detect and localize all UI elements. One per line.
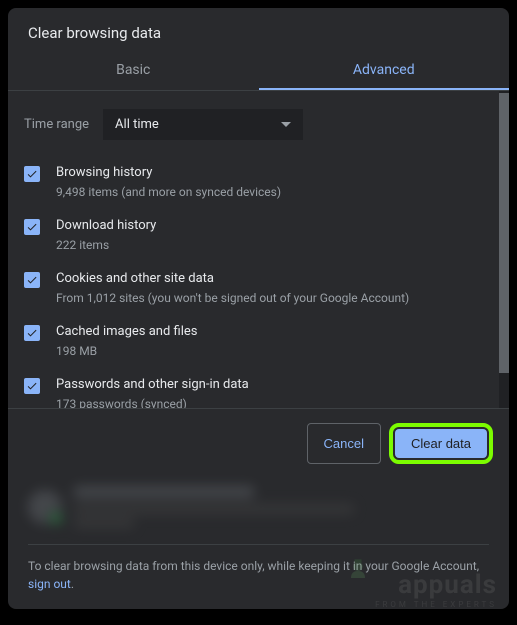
item-sub: 9,498 items (and more on synced devices) bbox=[56, 184, 483, 201]
clear-browsing-data-dialog: Clear browsing data Basic Advanced Time … bbox=[8, 8, 509, 609]
item-text: Passwords and other sign-in data 173 pas… bbox=[56, 376, 483, 408]
item-text: Download history 222 items bbox=[56, 217, 483, 254]
avatar bbox=[28, 490, 62, 524]
button-row: Cancel Clear data bbox=[8, 408, 509, 478]
check-icon bbox=[26, 168, 38, 180]
check-icon bbox=[26, 380, 38, 392]
footer-text-after: . bbox=[71, 577, 74, 591]
check-icon bbox=[26, 221, 38, 233]
highlight-box: Clear data bbox=[389, 423, 493, 464]
checkbox-cookies[interactable] bbox=[24, 272, 40, 288]
scrollbar[interactable] bbox=[499, 91, 509, 408]
tab-bar: Basic Advanced bbox=[8, 50, 509, 91]
scroll-area: Time range All time Browsing history 9,4… bbox=[8, 91, 509, 408]
time-range-row: Time range All time bbox=[24, 103, 483, 156]
tab-advanced[interactable]: Advanced bbox=[259, 50, 510, 90]
clear-data-button[interactable]: Clear data bbox=[395, 429, 487, 458]
item-sub: 198 MB bbox=[56, 343, 483, 360]
divider bbox=[28, 544, 489, 545]
footer-note: To clear browsing data from this device … bbox=[8, 557, 509, 609]
item-title: Cookies and other site data bbox=[56, 270, 483, 288]
cancel-button[interactable]: Cancel bbox=[307, 423, 381, 464]
chevron-down-icon bbox=[281, 122, 291, 127]
item-text: Cached images and files 198 MB bbox=[56, 323, 483, 360]
scrollbar-thumb[interactable] bbox=[499, 93, 509, 373]
dialog-title: Clear browsing data bbox=[8, 8, 509, 50]
time-range-label: Time range bbox=[24, 117, 89, 132]
list-item: Download history 222 items bbox=[24, 209, 483, 262]
checkbox-passwords[interactable] bbox=[24, 378, 40, 394]
item-title: Cached images and files bbox=[56, 323, 483, 341]
checkbox-browsing-history[interactable] bbox=[24, 166, 40, 182]
time-range-dropdown[interactable]: All time bbox=[103, 109, 303, 140]
item-sub: From 1,012 sites (you won't be signed ou… bbox=[56, 290, 483, 307]
blurred-text bbox=[74, 486, 489, 528]
item-sub: 173 passwords (synced) bbox=[56, 396, 483, 408]
item-title: Browsing history bbox=[56, 164, 483, 182]
item-sub: 222 items bbox=[56, 237, 483, 254]
item-title: Download history bbox=[56, 217, 483, 235]
check-icon bbox=[26, 274, 38, 286]
checkbox-download-history[interactable] bbox=[24, 219, 40, 235]
account-info-blurred bbox=[8, 478, 509, 540]
item-title: Passwords and other sign-in data bbox=[56, 376, 483, 394]
item-text: Browsing history 9,498 items (and more o… bbox=[56, 164, 483, 201]
list-item: Passwords and other sign-in data 173 pas… bbox=[24, 368, 483, 408]
list-item: Cached images and files 198 MB bbox=[24, 315, 483, 368]
sign-out-link[interactable]: sign out bbox=[28, 577, 71, 591]
footer-text-before: To clear browsing data from this device … bbox=[28, 559, 479, 573]
list-item: Cookies and other site data From 1,012 s… bbox=[24, 262, 483, 315]
tab-basic[interactable]: Basic bbox=[8, 50, 259, 90]
checkbox-cached[interactable] bbox=[24, 325, 40, 341]
time-range-value: All time bbox=[115, 117, 159, 132]
list-item: Browsing history 9,498 items (and more o… bbox=[24, 156, 483, 209]
content: Time range All time Browsing history 9,4… bbox=[8, 91, 499, 408]
item-text: Cookies and other site data From 1,012 s… bbox=[56, 270, 483, 307]
check-icon bbox=[26, 327, 38, 339]
